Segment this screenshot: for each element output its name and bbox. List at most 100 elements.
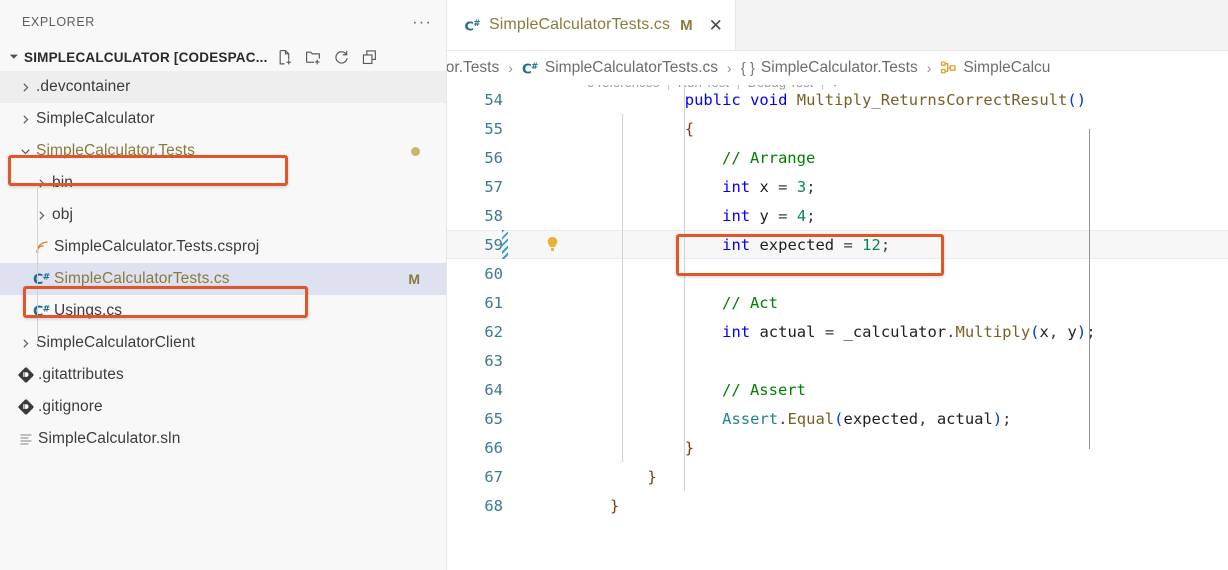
close-icon[interactable]: ✕ xyxy=(709,17,723,34)
editor-gutter[interactable] xyxy=(503,114,610,143)
editor-gutter[interactable] xyxy=(503,201,610,230)
breadcrumb-item-3[interactable]: SimpleCalcu xyxy=(938,59,1052,77)
svg-text:#: # xyxy=(473,19,480,29)
chevron-right-icon[interactable] xyxy=(30,178,52,189)
explorer-item-simplecalculator[interactable]: SimpleCalculator xyxy=(0,103,446,135)
code-line-65[interactable]: 65 Assert.Equal(expected, actual); xyxy=(447,404,1228,433)
line-number: 62 xyxy=(484,322,503,341)
code-line-66[interactable]: 66 } xyxy=(447,433,1228,462)
explorer-title: EXPLORER xyxy=(22,15,95,29)
code-line-text: int expected = 12; xyxy=(722,235,891,254)
indent-guide-active-block xyxy=(1089,129,1090,449)
code-line-54[interactable]: 54 public void Multiply_ReturnsCorrectRe… xyxy=(447,85,1228,114)
breadcrumb-item-0[interactable]: alculator.Tests xyxy=(447,59,501,77)
line-number: 68 xyxy=(484,496,503,515)
namespace-icon: { } xyxy=(740,59,755,77)
new-file-icon[interactable] xyxy=(277,49,294,66)
explorer-root-folder-row[interactable]: ⏷ SIMPLECALCULATOR [CODESPAC... xyxy=(0,44,446,71)
code-line-62[interactable]: 62 int actual = _calculator.Multiply(x, … xyxy=(447,317,1228,346)
new-folder-icon[interactable] xyxy=(305,49,322,66)
breadcrumb-item-1[interactable]: C # SimpleCalculatorTests.cs xyxy=(520,59,720,77)
explorer-item-simplecalculator-tests-csproj[interactable]: SimpleCalculator.Tests.csproj xyxy=(0,231,446,263)
code-line-60[interactable]: 60 xyxy=(447,259,1228,288)
svg-text:#: # xyxy=(531,61,538,71)
line-number: 63 xyxy=(484,351,503,370)
editor-gutter[interactable] xyxy=(503,491,610,520)
explorer-item-obj[interactable]: obj xyxy=(0,199,446,231)
breadcrumb-item-2[interactable]: { } SimpleCalculator.Tests xyxy=(739,59,920,77)
line-number: 65 xyxy=(484,409,503,428)
explorer-item-label: SimpleCalculatorClient xyxy=(36,334,195,351)
code-line-text: // Arrange xyxy=(610,148,816,167)
explorer-item-devcontainer[interactable]: .devcontainer xyxy=(0,71,446,103)
code-line-59[interactable]: 59 int expected = 12; xyxy=(447,230,1228,259)
editor-gutter[interactable] xyxy=(503,288,610,317)
explorer-item-gitignore[interactable]: .gitignore xyxy=(0,391,446,423)
editor-gutter[interactable] xyxy=(503,85,610,114)
line-number: 58 xyxy=(484,206,503,225)
explorer-item-simplecalculator-sln[interactable]: SimpleCalculator.sln xyxy=(0,423,446,455)
svg-text:#: # xyxy=(43,304,51,314)
editor-gutter[interactable] xyxy=(503,375,610,404)
editor-gutter[interactable] xyxy=(503,433,610,462)
editor-gutter[interactable] xyxy=(503,172,610,201)
editor-gutter[interactable] xyxy=(503,317,610,346)
csharp-icon: C # xyxy=(30,302,54,320)
explorer-item-label: .gitignore xyxy=(38,398,103,415)
chevron-right-icon[interactable] xyxy=(14,338,36,349)
editor-gutter[interactable] xyxy=(503,259,610,288)
code-line-58[interactable]: 58 int y = 4; xyxy=(447,201,1228,230)
code-line-56[interactable]: 56 // Arrange xyxy=(447,143,1228,172)
code-line-67[interactable]: 67 } xyxy=(447,462,1228,491)
chevron-down-icon[interactable] xyxy=(14,146,36,157)
explorer-header: EXPLORER ··· xyxy=(0,0,446,44)
chevron-right-icon[interactable] xyxy=(14,82,36,93)
editor-tab-simplecalculatortests[interactable]: C # SimpleCalculatorTests.cs M ✕ xyxy=(447,0,736,50)
chevron-right-icon[interactable] xyxy=(30,210,52,221)
code-line-64[interactable]: 64 // Assert xyxy=(447,375,1228,404)
code-line-text: // Assert xyxy=(610,380,806,399)
explorer-item-simplecalculator-tests[interactable]: SimpleCalculator.Tests xyxy=(0,135,446,167)
explorer-item-label: obj xyxy=(52,206,73,223)
code-line-57[interactable]: 57 int x = 3; xyxy=(447,172,1228,201)
breadcrumb-label: SimpleCalcu xyxy=(963,59,1051,76)
code-editor[interactable]: 0 references | Run Test | Debug Test | ▾… xyxy=(447,85,1228,570)
chevron-right-icon[interactable] xyxy=(14,114,36,125)
collapse-all-icon[interactable] xyxy=(361,49,378,66)
tree-indent-guide xyxy=(37,188,38,343)
editor-gutter[interactable] xyxy=(503,346,610,375)
editor-gutter[interactable] xyxy=(503,143,610,172)
explorer-more-actions-icon[interactable]: ··· xyxy=(412,13,432,30)
editor-gutter[interactable] xyxy=(503,404,610,433)
explorer-item-label: SimpleCalculator.Tests.csproj xyxy=(54,238,260,255)
explorer-file-tree: .devcontainer SimpleCalculator SimpleCalcu… xyxy=(0,71,446,455)
code-line-63[interactable]: 63 xyxy=(447,346,1228,375)
explorer-item-bin[interactable]: bin xyxy=(0,167,446,199)
lightbulb-icon[interactable] xyxy=(545,236,560,253)
breadcrumb-label: SimpleCalculator.Tests xyxy=(760,59,918,76)
explorer-item-simplecalculatorclient[interactable]: SimpleCalculatorClient xyxy=(0,327,446,359)
git-status-badge: M xyxy=(408,271,420,287)
editor-gutter[interactable] xyxy=(503,462,610,491)
modified-line-marker xyxy=(502,230,508,259)
code-lines: 54 public void Multiply_ReturnsCorrectRe… xyxy=(447,85,1228,520)
code-line-text: } xyxy=(610,496,620,515)
chevron-down-icon[interactable]: ⏷ xyxy=(4,51,24,64)
explorer-item-simplecalculatortests-cs[interactable]: C # SimpleCalculatorTests.cs M xyxy=(0,263,446,295)
refresh-icon[interactable] xyxy=(333,49,350,66)
code-line-55[interactable]: 55 { xyxy=(447,114,1228,143)
sln-icon xyxy=(14,431,38,447)
code-line-text: Assert.Equal(expected, actual); xyxy=(722,409,1012,428)
explorer-root-actions xyxy=(277,49,378,66)
git-icon xyxy=(14,367,38,383)
breadcrumb-label: SimpleCalculatorTests.cs xyxy=(544,59,719,76)
line-number: 60 xyxy=(484,264,503,283)
code-line-68[interactable]: 68} xyxy=(447,491,1228,520)
line-number: 64 xyxy=(484,380,503,399)
code-line-61[interactable]: 61 // Act xyxy=(447,288,1228,317)
editor-gutter[interactable] xyxy=(502,230,610,259)
line-number: 61 xyxy=(484,293,503,312)
explorer-item-gitattributes[interactable]: .gitattributes xyxy=(0,359,446,391)
code-line-text: public void Multiply_ReturnsCorrectResul… xyxy=(684,90,1087,109)
explorer-item-usings-cs[interactable]: C # Usings.cs xyxy=(0,295,446,327)
